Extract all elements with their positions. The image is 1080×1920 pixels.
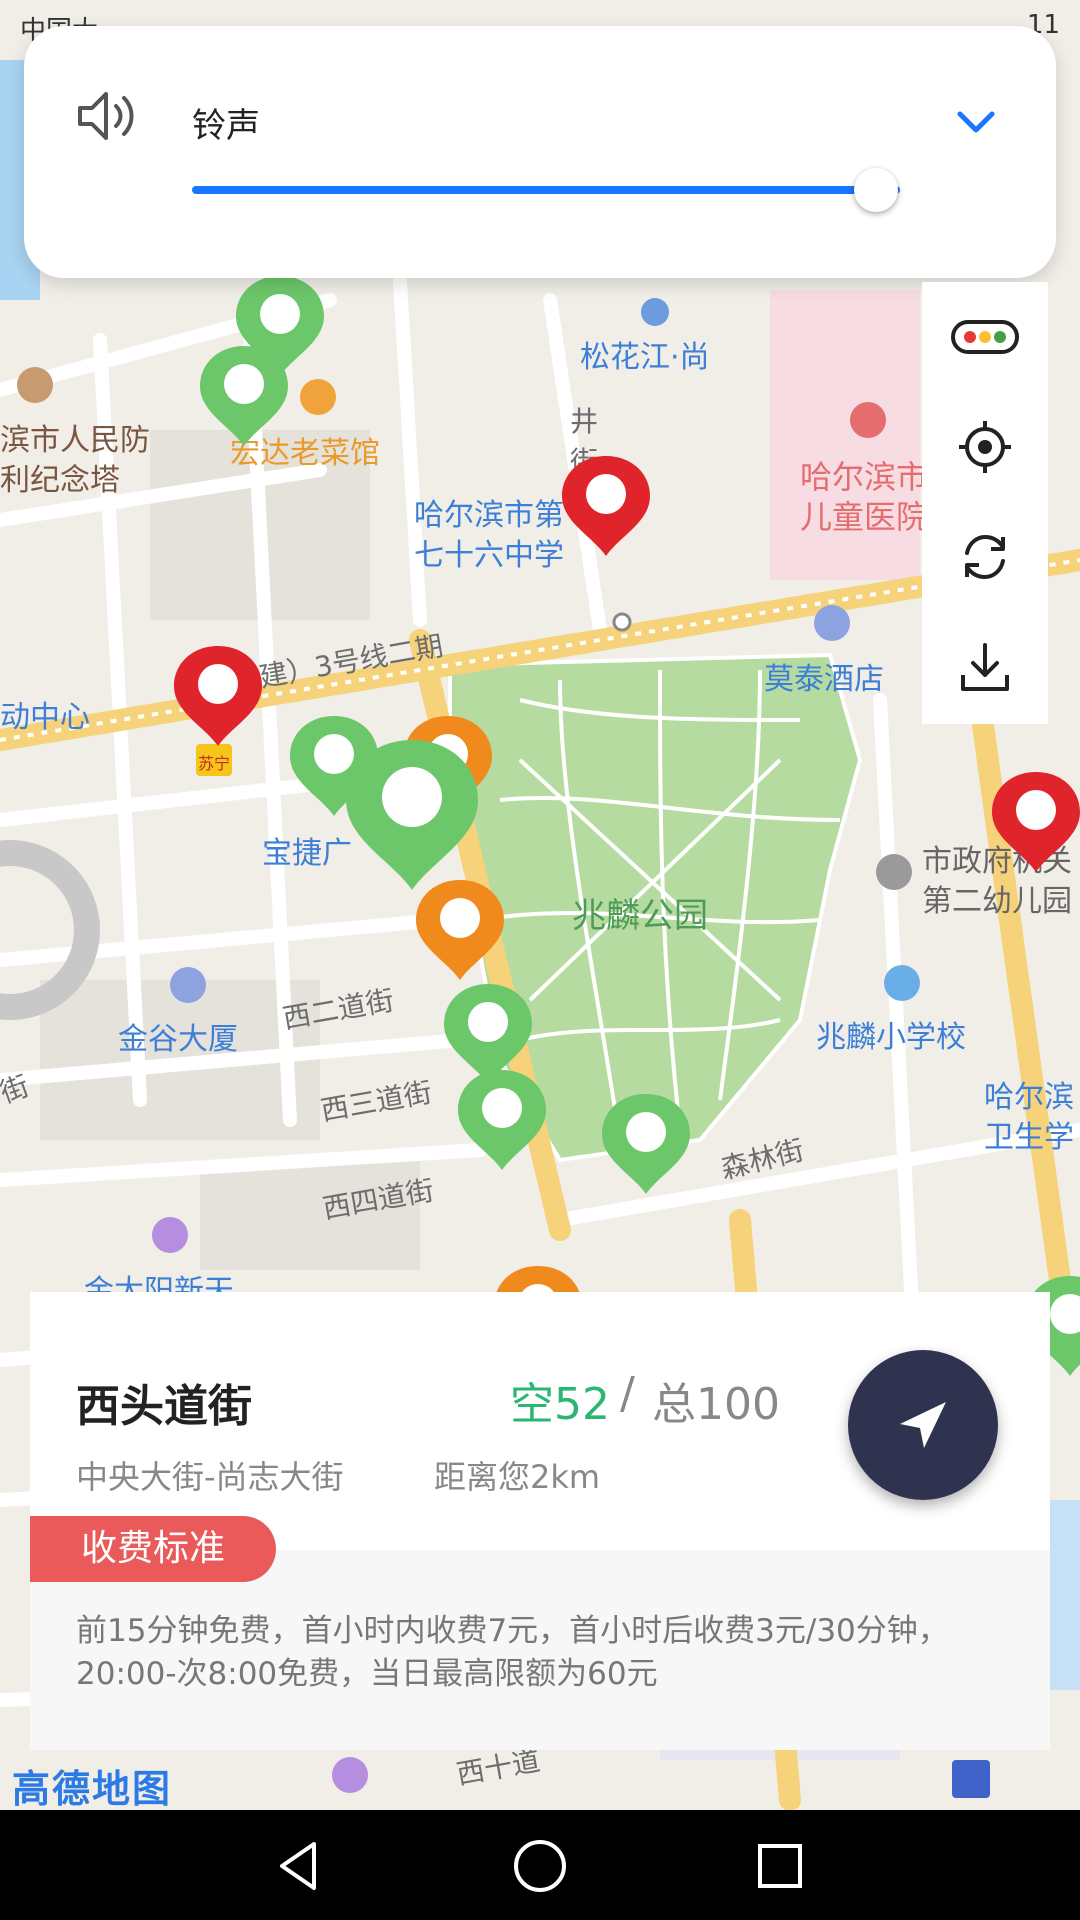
poi-label: 哈尔滨 <box>984 1080 1074 1115</box>
park-label: 兆麟公园 <box>572 896 708 936</box>
poi-label: 哈尔滨市第 <box>414 498 564 533</box>
poi-label: 宏达老菜馆 <box>230 436 380 471</box>
recents-icon[interactable] <box>748 1834 812 1898</box>
back-icon[interactable] <box>268 1834 332 1898</box>
distance-text: 距离您2km <box>434 1458 601 1496</box>
refresh-icon[interactable] <box>922 502 1048 612</box>
poi-label: 第二幼儿园 <box>922 884 1072 919</box>
navigation-arrow-icon <box>900 1402 946 1448</box>
volume-stream-label: 铃声 <box>192 106 260 146</box>
amap-logo: 高德地图 <box>12 1767 173 1811</box>
fee-description: 前15分钟免费，首小时内收费7元，首小时后收费3元/30分钟，20:00-次8:… <box>76 1613 949 1692</box>
poi-label: 滨市人民防 <box>0 423 150 458</box>
poi-label: 利纪念塔 <box>0 463 120 498</box>
volume-slider-track[interactable] <box>192 186 900 194</box>
fee-standard-badge: 收费标准 <box>30 1516 276 1582</box>
poi-label: 宝捷广 <box>262 836 352 871</box>
locate-icon[interactable] <box>922 392 1048 502</box>
map-tools-panel <box>922 282 1048 724</box>
parking-name: 西头道街 <box>76 1381 252 1432</box>
poi-label: 金谷大厦 <box>118 1022 238 1057</box>
home-icon[interactable] <box>508 1834 572 1898</box>
navigate-button[interactable] <box>848 1350 998 1500</box>
poi-label: 苏宁 <box>198 754 231 773</box>
route-text: 中央大街-尚志大街 <box>76 1458 344 1496</box>
poi-label: 莫泰酒店 <box>764 662 884 697</box>
system-nav-bar <box>0 1810 1080 1920</box>
volume-popup: 铃声 <box>24 26 1056 278</box>
free-spaces: 空52 <box>510 1379 610 1430</box>
volume-slider-thumb[interactable] <box>854 168 898 212</box>
road-label: 井街 <box>570 405 599 478</box>
poi-label: 卫生学 <box>984 1120 1074 1155</box>
speaker-icon[interactable] <box>76 88 140 144</box>
poi-label: 动中心 <box>0 700 90 735</box>
chevron-down-icon[interactable] <box>952 102 1000 142</box>
poi-label: 儿童医院 <box>800 498 929 536</box>
poi-label: 市政府机关 <box>922 844 1072 879</box>
poi-label: 七十六中学 <box>414 538 564 573</box>
poi-label: 松花江·尚 <box>580 340 710 375</box>
poi-label: 兆麟小学校 <box>816 1020 966 1055</box>
download-icon[interactable] <box>922 612 1048 722</box>
total-spaces: 总100 <box>652 1379 780 1430</box>
space-separator: / <box>620 1368 635 1419</box>
traffic-icon[interactable] <box>922 282 1048 392</box>
